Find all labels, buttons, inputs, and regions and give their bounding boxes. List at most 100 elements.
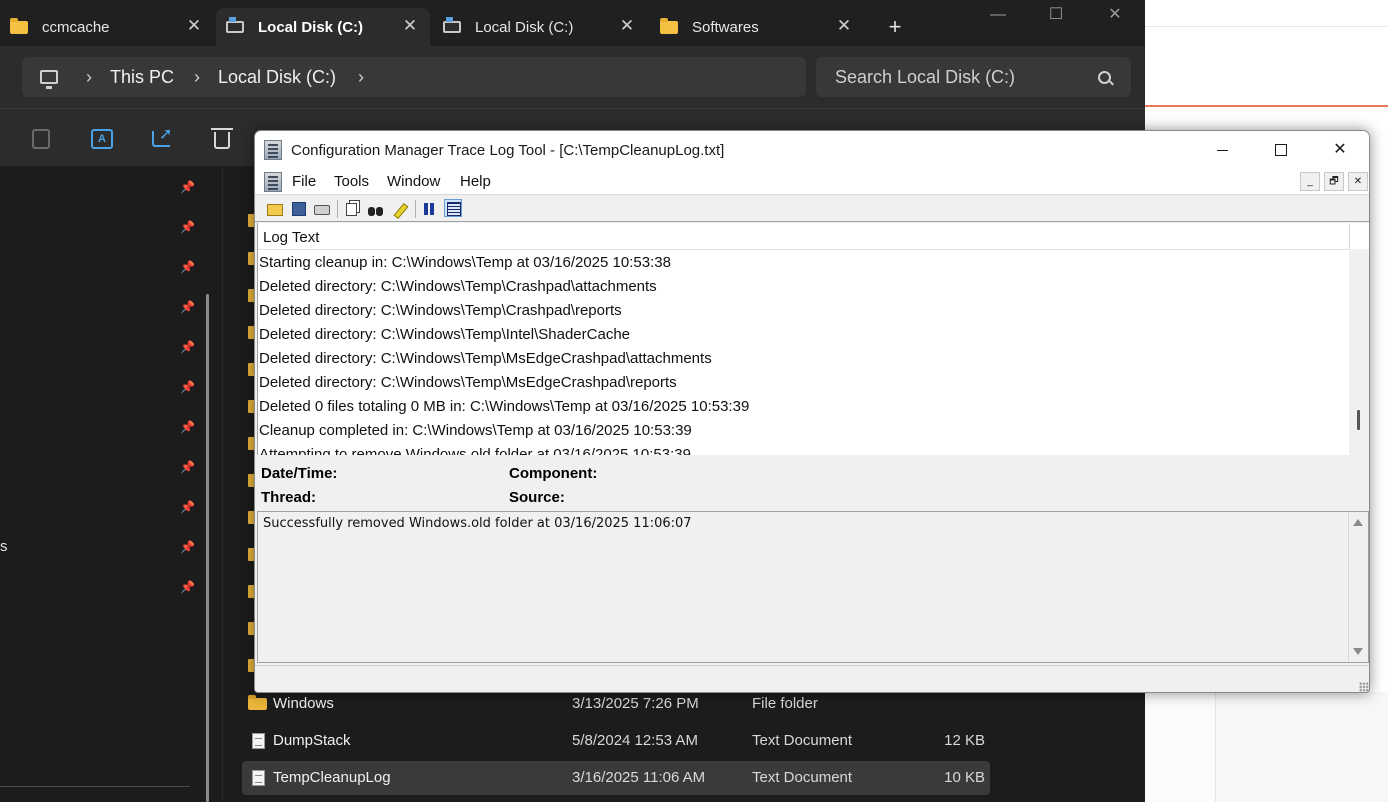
pane-divider[interactable]	[222, 166, 223, 802]
menu-tools[interactable]: Tools	[334, 173, 369, 190]
tab-local-disk-active[interactable]: Local Disk (C:) ✕	[216, 8, 430, 46]
mdi-minimize-button[interactable]: _	[1300, 172, 1320, 191]
share-icon[interactable]	[152, 124, 172, 147]
paste-icon[interactable]	[32, 129, 50, 149]
search-icon[interactable]	[1098, 70, 1111, 84]
menu-window[interactable]: Window	[387, 173, 440, 190]
close-icon[interactable]: ✕	[834, 16, 854, 36]
datetime-label: Date/Time:	[261, 465, 338, 482]
pin-icon[interactable]: 📌	[180, 380, 195, 394]
sidebar-divider	[0, 786, 190, 787]
mdi-restore-button[interactable]: 🗗	[1324, 172, 1344, 191]
file-type: Text Document	[752, 732, 853, 749]
tab-label: Local Disk (C:)	[475, 18, 574, 36]
pin-icon[interactable]: 📌	[180, 580, 195, 594]
explorer-close-button[interactable]: ✕	[1095, 4, 1135, 26]
log-line[interactable]: Deleted directory: C:\Windows\Temp\MsEdg…	[259, 350, 712, 367]
breadcrumb-separator[interactable]: ›	[86, 67, 92, 88]
document-icon	[252, 770, 265, 786]
log-list[interactable]: Log Text Starting cleanup in: C:\Windows…	[257, 223, 1349, 455]
log-line[interactable]: Deleted directory: C:\Windows\Temp\MsEdg…	[259, 374, 677, 391]
file-type: Text Document	[752, 769, 853, 786]
cmtrace-title-bar[interactable]: Configuration Manager Trace Log Tool - […	[255, 131, 1369, 169]
copy-icon[interactable]	[346, 203, 357, 216]
file-name: DumpStack	[273, 732, 351, 749]
background-accent-line	[1145, 105, 1388, 107]
sidebar-item-label[interactable]: s	[0, 538, 8, 555]
explorer-maximize-button[interactable]: ☐	[1036, 4, 1076, 26]
log-line[interactable]: Deleted directory: C:\Windows\Temp\Crash…	[259, 302, 622, 319]
file-date: 5/8/2024 12:53 AM	[572, 732, 698, 749]
explorer-minimize-button[interactable]: —	[978, 4, 1018, 26]
close-icon[interactable]: ✕	[617, 16, 637, 36]
sidebar-scrollbar[interactable]	[206, 294, 209, 802]
pin-icon[interactable]: 📌	[180, 340, 195, 354]
cmtrace-app-icon[interactable]	[264, 140, 282, 160]
pause-icon[interactable]	[421, 200, 439, 218]
file-row[interactable]: DumpStack 5/8/2024 12:53 AM Text Documen…	[242, 724, 990, 758]
scroll-up-icon[interactable]	[1353, 519, 1363, 526]
log-line[interactable]: Attempting to remove Windows.old folder …	[259, 446, 691, 455]
menu-help[interactable]: Help	[460, 173, 491, 190]
tab-softwares[interactable]: Softwares ✕	[650, 8, 864, 46]
background-panel	[1215, 692, 1388, 802]
file-name: TempCleanupLog	[273, 769, 391, 786]
new-tab-button[interactable]: +	[884, 16, 906, 38]
delete-icon[interactable]	[211, 128, 233, 149]
column-log-text: Log Text	[263, 229, 320, 246]
breadcrumb-separator[interactable]: ›	[358, 67, 364, 88]
file-type: File folder	[752, 695, 818, 712]
menu-file[interactable]: File	[292, 173, 316, 190]
pin-icon[interactable]: 📌	[180, 300, 195, 314]
breadcrumb-separator[interactable]: ›	[194, 67, 200, 88]
pin-icon[interactable]: 📌	[180, 500, 195, 514]
close-button[interactable]: ✕	[1326, 139, 1354, 161]
rename-icon[interactable]: A	[91, 129, 113, 149]
tab-local-disk[interactable]: Local Disk (C:) ✕	[433, 8, 647, 46]
pin-icon[interactable]: 📌	[180, 180, 195, 194]
breadcrumb-local-disk[interactable]: Local Disk (C:)	[218, 67, 336, 88]
address-bar[interactable]: › This PC › Local Disk (C:) ›	[22, 57, 806, 97]
pin-icon[interactable]: 📌	[180, 540, 195, 554]
print-icon[interactable]	[314, 205, 330, 215]
log-line[interactable]: Deleted directory: C:\Windows\Temp\Crash…	[259, 278, 657, 295]
message-scrollbar[interactable]	[1348, 512, 1368, 662]
message-textbox[interactable]: Successfully removed Windows.old folder …	[257, 511, 1369, 663]
close-icon[interactable]: ✕	[400, 16, 420, 36]
search-box[interactable]: Search Local Disk (C:)	[816, 57, 1131, 97]
save-icon[interactable]	[292, 202, 306, 216]
minimize-button[interactable]	[1209, 139, 1237, 161]
pin-icon[interactable]: 📌	[180, 260, 195, 274]
explorer-tab-bar: ccmcache ✕ Local Disk (C:) ✕ Local Disk …	[0, 0, 1145, 46]
tab-ccmcache[interactable]: ccmcache ✕	[0, 8, 214, 46]
file-date: 3/16/2025 11:06 AM	[572, 769, 706, 786]
this-pc-icon[interactable]	[40, 70, 58, 89]
maximize-button[interactable]	[1267, 139, 1295, 161]
mdi-close-button[interactable]: ✕	[1348, 172, 1368, 191]
tab-label: Softwares	[692, 18, 759, 36]
log-column-header[interactable]: Log Text	[258, 223, 1349, 250]
open-icon[interactable]	[267, 204, 283, 216]
log-scrollbar-thumb[interactable]	[1357, 410, 1360, 430]
breadcrumb-this-pc[interactable]: This PC	[110, 67, 174, 88]
status-bar	[255, 665, 1369, 692]
log-line[interactable]: Starting cleanup in: C:\Windows\Temp at …	[259, 254, 671, 271]
pin-icon[interactable]: 📌	[180, 460, 195, 474]
resize-grip-icon[interactable]	[1359, 682, 1369, 692]
log-line[interactable]: Cleanup completed in: C:\Windows\Temp at…	[259, 422, 692, 439]
background-divider	[1145, 26, 1388, 27]
info-pane-icon[interactable]	[444, 199, 462, 217]
log-line[interactable]: Deleted directory: C:\Windows\Temp\Intel…	[259, 326, 630, 343]
scroll-down-icon[interactable]	[1353, 648, 1363, 655]
component-label: Component:	[509, 465, 598, 482]
close-icon[interactable]: ✕	[184, 16, 204, 36]
pin-icon[interactable]: 📌	[180, 220, 195, 234]
pin-icon[interactable]: 📌	[180, 420, 195, 434]
log-line[interactable]: Deleted 0 files totaling 0 MB in: C:\Win…	[259, 398, 749, 415]
highlight-icon[interactable]	[393, 203, 407, 217]
find-icon[interactable]	[368, 203, 384, 217]
document-window-icon[interactable]	[264, 172, 282, 192]
folder-icon	[10, 18, 28, 35]
file-row-selected[interactable]: TempCleanupLog 3/16/2025 11:06 AM Text D…	[242, 761, 990, 795]
search-input[interactable]: Search Local Disk (C:)	[835, 67, 1098, 88]
